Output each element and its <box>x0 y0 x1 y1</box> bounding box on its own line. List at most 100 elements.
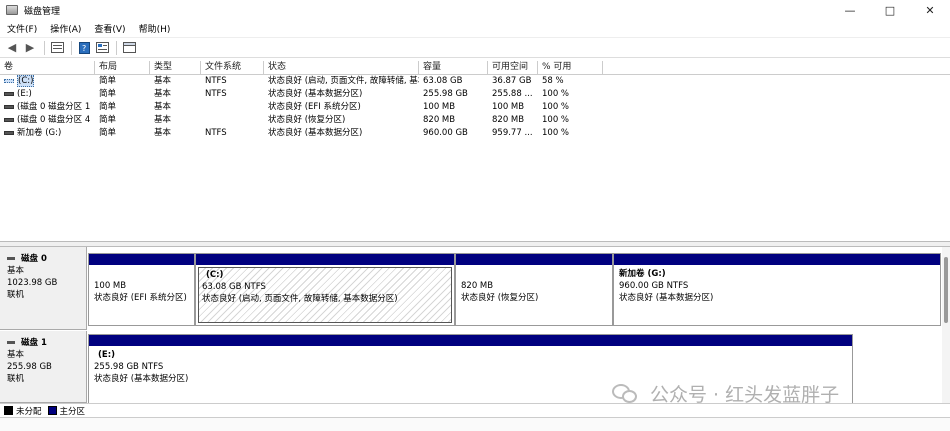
table-cell: 63.08 GB <box>423 76 463 86</box>
volume-icon <box>4 78 14 83</box>
maximize-button[interactable]: □ <box>870 0 910 20</box>
table-cell: 820 MB <box>492 115 525 125</box>
partition-name: 新加卷 (G:) <box>619 269 666 279</box>
disk-name: 磁盘 0 <box>21 254 47 264</box>
table-cell: 255.88 ... <box>492 89 533 99</box>
table-cell: 100 % <box>542 115 570 125</box>
table-cell: 状态良好 (基本数据分区) <box>268 128 363 138</box>
table-cell: 100 % <box>542 102 570 112</box>
toolbar: ◀ ▶ ? <box>0 38 950 58</box>
disk-1-label[interactable]: 磁盘 1 基本 255.98 GB 联机 <box>0 331 87 403</box>
help-icon[interactable]: ? <box>76 40 92 56</box>
disk-status: 联机 <box>7 290 25 300</box>
col-free-space[interactable]: 可用空间 <box>488 61 538 75</box>
table-cell: 新加卷 (G:) <box>0 127 91 140</box>
table-cell: 960.00 GB <box>423 128 468 138</box>
graph-scrollbar[interactable] <box>942 247 950 403</box>
properties-icon[interactable] <box>94 40 110 56</box>
volume-name: 新加卷 (G:) <box>17 128 62 138</box>
legend-swatch-unallocated <box>4 406 13 415</box>
col-volume[interactable]: 卷 <box>0 61 95 75</box>
volume-icon <box>4 104 14 109</box>
partition-size: 255.98 GB NTFS <box>94 362 164 372</box>
forward-arrow-icon[interactable]: ▶ <box>22 40 38 56</box>
col-filesystem[interactable]: 文件系统 <box>201 61 264 75</box>
disk-status: 联机 <box>7 374 25 384</box>
partition-name <box>94 268 189 280</box>
volume-name: (磁盘 0 磁盘分区 4) <box>17 115 91 125</box>
legend: 未分配 主分区 <box>0 403 950 417</box>
table-cell: 简单 <box>99 76 117 86</box>
legend-label-unallocated: 未分配 <box>16 406 42 417</box>
close-button[interactable]: ✕ <box>910 0 950 20</box>
partition-recovery[interactable]: 820 MB 状态良好 (恢复分区) <box>455 253 613 326</box>
scrollbar-thumb[interactable] <box>944 257 948 323</box>
disk-name: 磁盘 1 <box>21 338 47 348</box>
menu-file[interactable]: 文件(F) <box>0 22 43 35</box>
partition-status: 状态良好 (恢复分区) <box>461 293 539 303</box>
list-view-icon[interactable] <box>49 40 65 56</box>
table-cell: 100 % <box>542 89 570 99</box>
partition-body: 新加卷 (G:) 960.00 GB NTFS 状态良好 (基本数据分区) <box>616 267 938 323</box>
partition-body: 100 MB 状态良好 (EFI 系统分区) <box>91 267 192 323</box>
minimize-button[interactable]: — <box>830 0 870 20</box>
status-bar <box>0 417 950 431</box>
partition-body: (C:) 63.08 GB NTFS 状态良好 (启动, 页面文件, 故障转储,… <box>198 267 452 323</box>
disk-size: 255.98 GB <box>7 362 52 372</box>
table-row[interactable]: (磁盘 0 磁盘分区 4) 简单 基本 状态良好 (恢复分区) 820 MB 820 MB… <box>0 114 950 127</box>
volume-icon <box>4 91 14 96</box>
table-cell <box>205 114 264 127</box>
table-cell: 基本 <box>154 89 172 99</box>
partition-efi[interactable]: 100 MB 状态良好 (EFI 系统分区) <box>88 253 195 326</box>
table-row[interactable]: (E:) 简单 基本 NTFS 状态良好 (基本数据分区) 255.98 GB 255.88… <box>0 88 950 101</box>
toolbar-separator <box>71 40 72 55</box>
table-cell: 简单 <box>99 102 117 112</box>
window-title: 磁盘管理 <box>24 6 61 17</box>
disk-type: 基本 <box>7 350 25 360</box>
legend-label-primary: 主分区 <box>59 406 86 417</box>
col-layout[interactable]: 布局 <box>95 61 150 75</box>
table-cell: 简单 <box>99 115 117 125</box>
menu-help[interactable]: 帮助(H) <box>132 22 177 35</box>
table-cell: 255.98 GB <box>423 89 468 99</box>
table-row[interactable]: (磁盘 0 磁盘分区 1) 简单 基本 状态良好 (EFI 系统分区) 100 MB 10… <box>0 101 950 114</box>
table-cell: (磁盘 0 磁盘分区 1) <box>0 101 91 114</box>
table-cell: 36.87 GB <box>492 76 532 86</box>
partition-c[interactable]: (C:) 63.08 GB NTFS 状态良好 (启动, 页面文件, 故障转储,… <box>195 253 455 326</box>
table-cell: 基本 <box>154 102 172 112</box>
title-bar: 磁盘管理 — □ ✕ <box>0 0 950 20</box>
col-type[interactable]: 类型 <box>150 61 201 75</box>
table-cell: NTFS <box>205 76 227 86</box>
col-percent-free[interactable]: % 可用 <box>538 61 603 75</box>
table-cell: (E:) <box>0 88 91 101</box>
volume-name: (C:) <box>17 75 35 87</box>
disk-type: 基本 <box>7 266 25 276</box>
partition-size: 63.08 GB NTFS <box>202 282 266 292</box>
back-arrow-icon[interactable]: ◀ <box>4 40 20 56</box>
settings-view-icon[interactable] <box>121 40 137 56</box>
table-cell: 100 MB <box>423 102 456 112</box>
partition-header <box>456 254 612 265</box>
partition-header <box>614 254 940 265</box>
partition-g[interactable]: 新加卷 (G:) 960.00 GB NTFS 状态良好 (基本数据分区) <box>613 253 941 326</box>
partition-status: 状态良好 (EFI 系统分区) <box>94 293 187 303</box>
table-cell: 100 % <box>542 128 570 138</box>
disk-management-app-icon <box>6 5 18 15</box>
table-cell: (磁盘 0 磁盘分区 4) <box>0 114 91 127</box>
table-cell: 简单 <box>99 89 117 99</box>
table-cell: 100 MB <box>492 102 525 112</box>
volume-name: (磁盘 0 磁盘分区 1) <box>17 102 91 112</box>
disk-size: 1023.98 GB <box>7 278 58 288</box>
volume-icon <box>4 117 14 122</box>
table-row[interactable]: (C:) 简单 基本 NTFS 状态良好 (启动, 页面文件, 故障转储, 基本数据分区… <box>0 75 950 88</box>
disk-icon <box>7 257 15 260</box>
toolbar-separator <box>116 40 117 55</box>
disk-0-label[interactable]: 磁盘 0 基本 1023.98 GB 联机 <box>0 247 87 330</box>
col-capacity[interactable]: 容量 <box>419 61 488 75</box>
menu-action[interactable]: 操作(A) <box>43 22 87 35</box>
col-status[interactable]: 状态 <box>264 61 419 75</box>
menu-view[interactable]: 查看(V) <box>87 22 131 35</box>
table-row[interactable]: 新加卷 (G:) 简单 基本 NTFS 状态良好 (基本数据分区) 960.00 GB 95… <box>0 127 950 140</box>
table-cell: 基本 <box>154 76 172 86</box>
volume-name: (E:) <box>17 89 32 99</box>
